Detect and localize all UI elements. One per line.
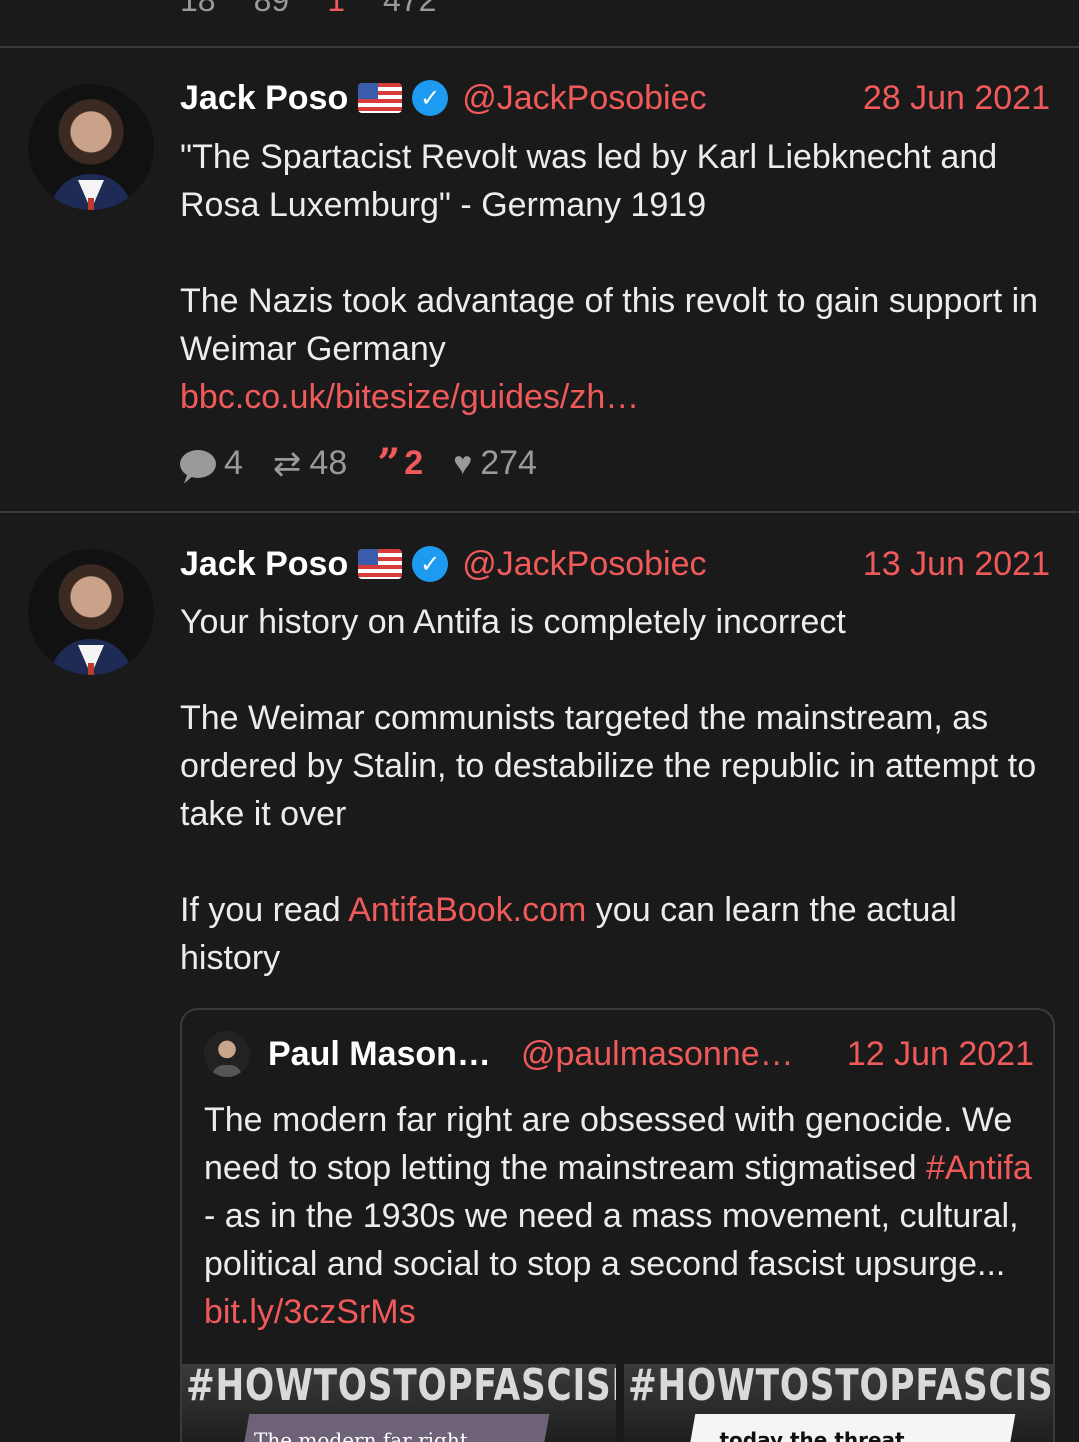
previous-reply-count[interactable]: 18 bbox=[180, 0, 216, 18]
quote-count: 2 bbox=[404, 444, 424, 482]
quoted-tweet-date[interactable]: 12 Jun 2021 bbox=[847, 1035, 1034, 1074]
tweet-paragraph: Your history on Antifa is completely inc… bbox=[180, 603, 846, 641]
avatar[interactable] bbox=[28, 84, 154, 210]
image-caption: today the threat bbox=[719, 1428, 905, 1442]
previous-tweet-stats: 18 89 1 472 bbox=[180, 0, 436, 18]
tweet-link[interactable]: bbc.co.uk/bitesize/guides/zh… bbox=[180, 378, 639, 416]
tweet-date[interactable]: 28 Jun 2021 bbox=[863, 79, 1050, 118]
quoted-link[interactable]: bit.ly/3czSrMs bbox=[204, 1293, 416, 1331]
avatar-tie bbox=[88, 198, 94, 210]
tweet-paragraph: If you read AntifaBook.com you can learn… bbox=[180, 886, 1060, 982]
antifabook-link[interactable]: AntifaBook.com bbox=[348, 891, 586, 929]
tweet-text: "The Spartacist Revolt was led by Karl L… bbox=[180, 133, 1060, 421]
quoted-text: - as in the 1930s we need a mass movemen… bbox=[204, 1197, 1019, 1283]
tweet-text: Your history on Antifa is completely inc… bbox=[180, 598, 1060, 982]
author-name[interactable]: Jack Poso bbox=[180, 79, 348, 118]
quote-icon: ” bbox=[377, 440, 400, 487]
tweet-paragraph-text: If you read bbox=[180, 891, 349, 929]
quoted-media[interactable]: #HOWTOSTOPFASCISM The modern far right #… bbox=[182, 1364, 1055, 1442]
reply-button[interactable]: 4 bbox=[180, 444, 243, 483]
quoted-avatar[interactable] bbox=[204, 1031, 250, 1077]
image-caption: The modern far right bbox=[254, 1428, 468, 1442]
verified-icon: ✓ bbox=[412, 80, 449, 116]
previous-like-count[interactable]: 472 bbox=[383, 0, 436, 18]
avatar-tie bbox=[88, 663, 94, 675]
author-handle[interactable]: @JackPosobiec bbox=[462, 79, 706, 118]
tweet-actions: 4 ⇄ 48 ” 2 ♥ 274 bbox=[180, 440, 537, 487]
retweet-icon: ⇄ bbox=[272, 444, 302, 483]
quoted-image[interactable]: #HOWTOSTOPFASCISM The modern far right bbox=[182, 1364, 616, 1442]
tweet-divider bbox=[0, 511, 1079, 513]
avatar[interactable] bbox=[28, 549, 154, 675]
tweet-paragraph: The Weimar communists targeted the mains… bbox=[180, 699, 1037, 833]
verified-icon: ✓ bbox=[412, 546, 449, 582]
image-banner: #HOWTOSTOPFASCISM bbox=[186, 1364, 616, 1411]
comment-icon bbox=[180, 449, 216, 478]
like-count: 274 bbox=[480, 444, 537, 482]
tweet-date[interactable]: 13 Jun 2021 bbox=[863, 545, 1050, 584]
image-banner: #HOWTOSTOPFASCISM bbox=[627, 1364, 1055, 1411]
tweet-header: Jack Poso ✓ @JackPosobiec 28 Jun 2021 bbox=[180, 75, 1050, 121]
like-button[interactable]: ♥ 274 bbox=[453, 444, 537, 483]
quote-button[interactable]: ” 2 bbox=[377, 440, 423, 487]
us-flag-icon bbox=[358, 549, 403, 579]
quoted-author-handle[interactable]: @paulmasonne… bbox=[521, 1035, 794, 1074]
quoted-author-name[interactable]: Paul Mason… bbox=[268, 1035, 491, 1074]
previous-retweet-count[interactable]: 89 bbox=[254, 0, 290, 18]
quoted-tweet-header: Paul Mason… @paulmasonne… 12 Jun 2021 bbox=[204, 1030, 1034, 1078]
tweet-divider bbox=[0, 46, 1079, 48]
quoted-tweet-text: The modern far right are obsessed with g… bbox=[204, 1096, 1034, 1336]
quoted-tweet[interactable]: Paul Mason… @paulmasonne… 12 Jun 2021 Th… bbox=[180, 1008, 1055, 1442]
heart-icon: ♥ bbox=[453, 445, 473, 481]
tweet-paragraph: "The Spartacist Revolt was led by Karl L… bbox=[180, 138, 998, 224]
tweet-paragraph: The Nazis took advantage of this revolt … bbox=[180, 277, 1060, 421]
quoted-image[interactable]: #HOWTOSTOPFASCISM today the threat bbox=[623, 1364, 1055, 1442]
retweet-button[interactable]: ⇄ 48 bbox=[273, 444, 347, 484]
previous-quote-count[interactable]: 1 bbox=[327, 0, 345, 18]
tweet-header: Jack Poso ✓ @JackPosobiec 13 Jun 2021 bbox=[180, 541, 1050, 587]
author-name[interactable]: Jack Poso bbox=[180, 545, 348, 584]
tweet-paragraph-text: The Nazis took advantage of this revolt … bbox=[180, 282, 1039, 368]
reply-count: 4 bbox=[224, 444, 243, 482]
antifa-hashtag-link[interactable]: #Antifa bbox=[926, 1149, 1032, 1187]
quoted-text: The modern far right are obsessed with g… bbox=[204, 1101, 1013, 1187]
us-flag-icon bbox=[358, 83, 403, 113]
retweet-count: 48 bbox=[309, 444, 348, 482]
author-handle[interactable]: @JackPosobiec bbox=[462, 545, 706, 584]
